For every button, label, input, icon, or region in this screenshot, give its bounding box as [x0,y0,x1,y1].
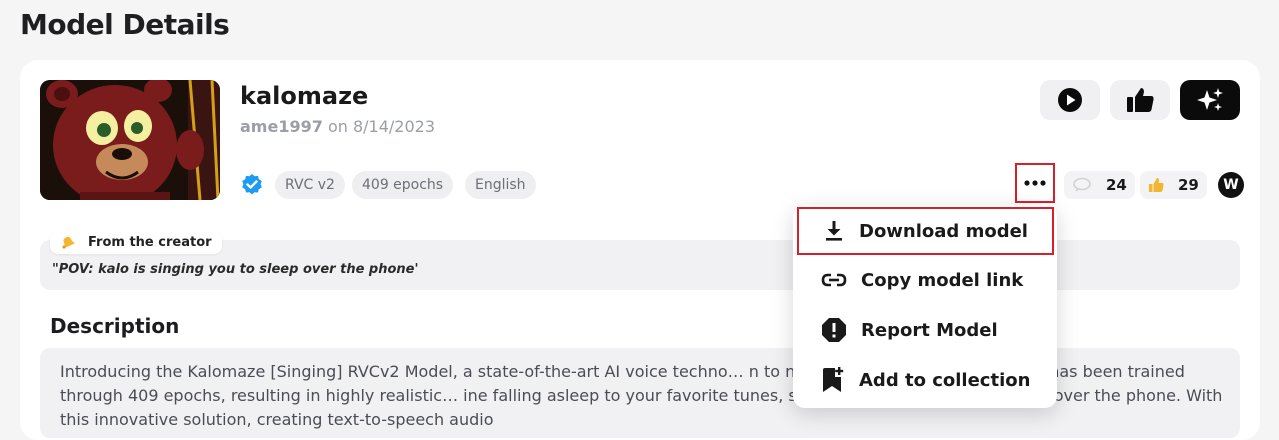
description-box: Introducing the Kalomaze [Singing] RVCv2… [40,348,1240,438]
bell-icon [62,236,76,249]
description-title: Description [50,314,180,338]
from-creator-label: From the creator [88,234,212,250]
menu-item-download-model[interactable]: Download model [797,207,1054,255]
play-icon [1058,88,1082,112]
tag-rvc[interactable]: RVC v2 [275,171,345,199]
model-thumbnail[interactable] [40,80,220,200]
sparkles-icon [1197,88,1223,111]
download-icon [826,221,842,241]
report-icon [822,318,846,342]
add-to-collection-label: Add to collection [859,369,1031,391]
report-model-label: Report Model [861,319,998,341]
likes-value: 29 [1178,176,1199,194]
thumbs-up-emoji-icon [1149,178,1164,192]
verified-badge-icon [242,174,262,195]
menu-item-report-model[interactable]: Report Model [793,305,1057,355]
tag-language[interactable]: English [465,171,536,199]
author-link[interactable]: ame1997 [240,117,323,136]
menu-item-add-to-collection[interactable]: Add to collection [793,355,1057,405]
menu-item-copy-model-link[interactable]: Copy model link [793,255,1057,305]
page-title: Model Details [20,8,230,41]
user-avatar[interactable]: W [1218,172,1244,198]
bear-thumbnail-image [40,80,220,200]
upload-date: on 8/14/2023 [327,117,436,136]
copy-model-link-label: Copy model link [861,269,1024,291]
model-name: kalomaze [240,82,369,110]
comment-icon [1073,177,1091,192]
likes-count[interactable]: 29 [1140,171,1207,199]
play-button[interactable] [1040,80,1100,120]
like-button[interactable] [1110,80,1170,120]
more-options-menu: Download model Copy model link Report Mo… [793,205,1057,408]
download-model-label: Download model [859,220,1028,242]
ai-magic-button[interactable] [1180,80,1240,120]
from-creator-chip: From the creator [50,230,222,254]
comments-count[interactable]: 24 [1064,171,1135,199]
ellipsis-icon [1024,180,1046,186]
link-icon [821,273,847,287]
thumbs-up-icon [1127,88,1154,112]
bookmark-add-icon [823,367,844,392]
more-options-button[interactable] [1015,163,1055,203]
model-byline: ame1997 on 8/14/2023 [240,117,435,136]
tag-epochs[interactable]: 409 epochs [352,171,454,199]
creator-quote: "POV: kalo is singing you to sleep over … [52,262,419,277]
comments-value: 24 [1106,176,1127,194]
